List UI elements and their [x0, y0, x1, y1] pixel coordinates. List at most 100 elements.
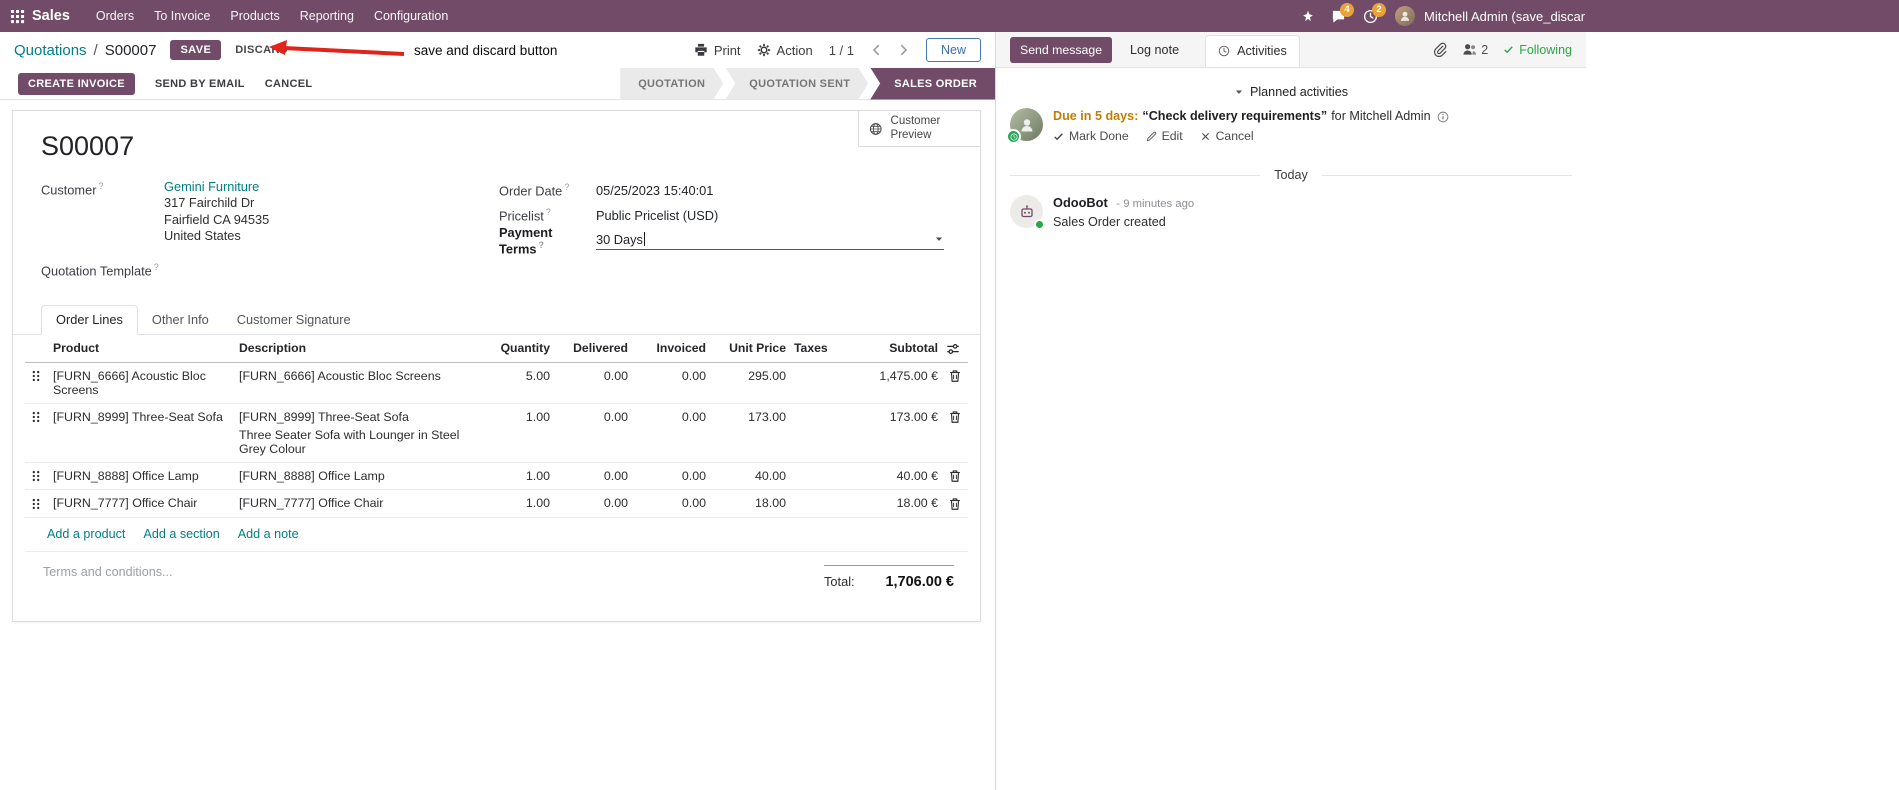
- pager-value[interactable]: 1 / 1: [829, 43, 854, 58]
- order-line-row[interactable]: [FURN_8999] Three-Seat Sofa [FURN_8999] …: [25, 403, 968, 463]
- line-unit-price[interactable]: 173.00: [710, 403, 790, 463]
- stage-quotation[interactable]: QUOTATION: [620, 68, 723, 100]
- info-icon[interactable]: [1437, 111, 1449, 123]
- cancel-activity-button[interactable]: Cancel: [1200, 129, 1254, 143]
- optional-columns-button[interactable]: [942, 334, 968, 363]
- column-unit-price: Unit Price: [710, 334, 790, 363]
- send-message-button[interactable]: Send message: [1010, 36, 1113, 63]
- stage-quotation-sent[interactable]: QUOTATION SENT: [725, 68, 868, 100]
- trash-icon[interactable]: [948, 410, 962, 424]
- add-product-link[interactable]: Add a product: [47, 527, 125, 541]
- create-invoice-button[interactable]: CREATE INVOICE: [18, 72, 135, 95]
- order-line-row[interactable]: [FURN_7777] Office Chair [FURN_7777] Off…: [25, 489, 968, 518]
- order-line-row[interactable]: [FURN_8888] Office Lamp [FURN_8888] Offi…: [25, 462, 968, 491]
- line-delivered[interactable]: 0.00: [554, 489, 632, 518]
- line-description[interactable]: [FURN_8999] Three-Seat Sofa Three Seater…: [235, 403, 492, 463]
- print-button[interactable]: Print: [694, 43, 741, 58]
- collapse-caret-icon: [1234, 87, 1244, 97]
- user-menu[interactable]: Mitchell Admin (save_discar: [1424, 9, 1585, 24]
- pricelist-field[interactable]: Public Pricelist (USD): [596, 208, 718, 223]
- stage-sales-order[interactable]: SALES ORDER: [870, 67, 995, 100]
- line-quantity[interactable]: 1.00: [492, 462, 554, 491]
- line-delivered[interactable]: 0.00: [554, 403, 632, 463]
- line-invoiced[interactable]: 0.00: [632, 403, 710, 463]
- new-button[interactable]: New: [925, 38, 981, 62]
- order-line-row[interactable]: [FURN_6666] Acoustic Bloc Screens [FURN_…: [25, 362, 968, 404]
- line-description[interactable]: [FURN_6666] Acoustic Bloc Screens: [235, 362, 492, 404]
- systray-star-icon[interactable]: [1302, 10, 1314, 22]
- breadcrumb-quotations[interactable]: Quotations: [14, 42, 87, 59]
- tab-customer-signature[interactable]: Customer Signature: [223, 306, 365, 334]
- trash-icon[interactable]: [948, 496, 962, 510]
- trash-icon[interactable]: [948, 369, 962, 383]
- line-invoiced[interactable]: 0.00: [632, 489, 710, 518]
- handle-column-header: [25, 334, 49, 363]
- save-button[interactable]: SAVE: [170, 40, 222, 60]
- line-quantity[interactable]: 1.00: [492, 403, 554, 463]
- messages-icon[interactable]: 4: [1331, 2, 1354, 24]
- drag-handle-icon[interactable]: [29, 496, 43, 510]
- drag-handle-icon[interactable]: [29, 410, 43, 424]
- send-by-email-button[interactable]: SEND BY EMAIL: [155, 78, 245, 90]
- user-avatar[interactable]: [1395, 6, 1415, 26]
- activities-icon[interactable]: 2: [1363, 2, 1386, 24]
- line-taxes[interactable]: [790, 462, 842, 491]
- tab-order-lines[interactable]: Order Lines: [41, 304, 138, 335]
- following-label: Following: [1519, 42, 1572, 57]
- activity-assignee: for Mitchell Admin: [1331, 109, 1431, 123]
- line-product[interactable]: [FURN_8999] Three-Seat Sofa: [49, 403, 235, 463]
- line-unit-price[interactable]: 18.00: [710, 489, 790, 518]
- line-taxes[interactable]: [790, 362, 842, 404]
- menu-to-invoice[interactable]: To Invoice: [144, 0, 220, 32]
- line-delivered[interactable]: 0.00: [554, 462, 632, 491]
- apps-menu-icon[interactable]: [10, 9, 25, 24]
- payment-terms-field[interactable]: 30 Days: [596, 232, 944, 250]
- drag-handle-icon[interactable]: [29, 469, 43, 483]
- line-taxes[interactable]: [790, 489, 842, 518]
- control-panel-right: Print Action 1 / 1 New: [694, 38, 981, 62]
- add-section-link[interactable]: Add a section: [143, 527, 219, 541]
- line-product[interactable]: [FURN_8888] Office Lamp: [49, 462, 235, 491]
- line-product[interactable]: [FURN_7777] Office Chair: [49, 489, 235, 518]
- followers-button[interactable]: 2: [1462, 42, 1488, 57]
- log-note-button[interactable]: Log note: [1130, 43, 1179, 57]
- menu-configuration[interactable]: Configuration: [364, 0, 458, 32]
- drag-handle-icon[interactable]: [29, 369, 43, 383]
- edit-activity-button[interactable]: Edit: [1146, 129, 1183, 143]
- activities-tab[interactable]: Activities: [1205, 35, 1300, 67]
- chatter-panel: Send message Log note Activities 2 Follo…: [995, 32, 1586, 790]
- line-description[interactable]: [FURN_7777] Office Chair: [235, 489, 492, 518]
- line-invoiced[interactable]: 0.00: [632, 362, 710, 404]
- add-note-link[interactable]: Add a note: [238, 527, 299, 541]
- paperclip-icon[interactable]: [1432, 42, 1447, 57]
- pager-next-icon[interactable]: [896, 43, 910, 57]
- action-button[interactable]: Action: [757, 43, 813, 58]
- order-date-field[interactable]: 05/25/2023 15:40:01: [596, 183, 713, 198]
- tab-other-info[interactable]: Other Info: [138, 306, 223, 334]
- line-invoiced[interactable]: 0.00: [632, 462, 710, 491]
- menu-orders[interactable]: Orders: [86, 0, 144, 32]
- terms-placeholder[interactable]: Terms and conditions...: [43, 565, 173, 579]
- line-product[interactable]: [FURN_6666] Acoustic Bloc Screens: [49, 362, 235, 404]
- trash-icon[interactable]: [948, 469, 962, 483]
- line-unit-price[interactable]: 40.00: [710, 462, 790, 491]
- line-unit-price[interactable]: 295.00: [710, 362, 790, 404]
- planned-activities-toggle[interactable]: Planned activities: [996, 85, 1586, 99]
- menu-products[interactable]: Products: [220, 0, 289, 32]
- line-quantity[interactable]: 1.00: [492, 489, 554, 518]
- dropdown-caret-icon[interactable]: [934, 234, 944, 244]
- menu-reporting[interactable]: Reporting: [290, 0, 364, 32]
- customer-preview-button[interactable]: Customer Preview: [858, 111, 980, 147]
- pager-previous-icon[interactable]: [870, 43, 884, 57]
- customer-link[interactable]: Gemini Furniture: [164, 178, 269, 195]
- following-button[interactable]: Following: [1503, 43, 1572, 57]
- line-quantity[interactable]: 5.00: [492, 362, 554, 404]
- top-navbar: Sales Orders To Invoice Products Reporti…: [0, 0, 1899, 32]
- line-delivered[interactable]: 0.00: [554, 362, 632, 404]
- line-taxes[interactable]: [790, 403, 842, 463]
- activities-badge: 2: [1372, 2, 1386, 17]
- app-name[interactable]: Sales: [32, 8, 70, 24]
- cancel-button[interactable]: CANCEL: [265, 78, 313, 90]
- mark-done-button[interactable]: Mark Done: [1053, 129, 1129, 143]
- line-description[interactable]: [FURN_8888] Office Lamp: [235, 462, 492, 491]
